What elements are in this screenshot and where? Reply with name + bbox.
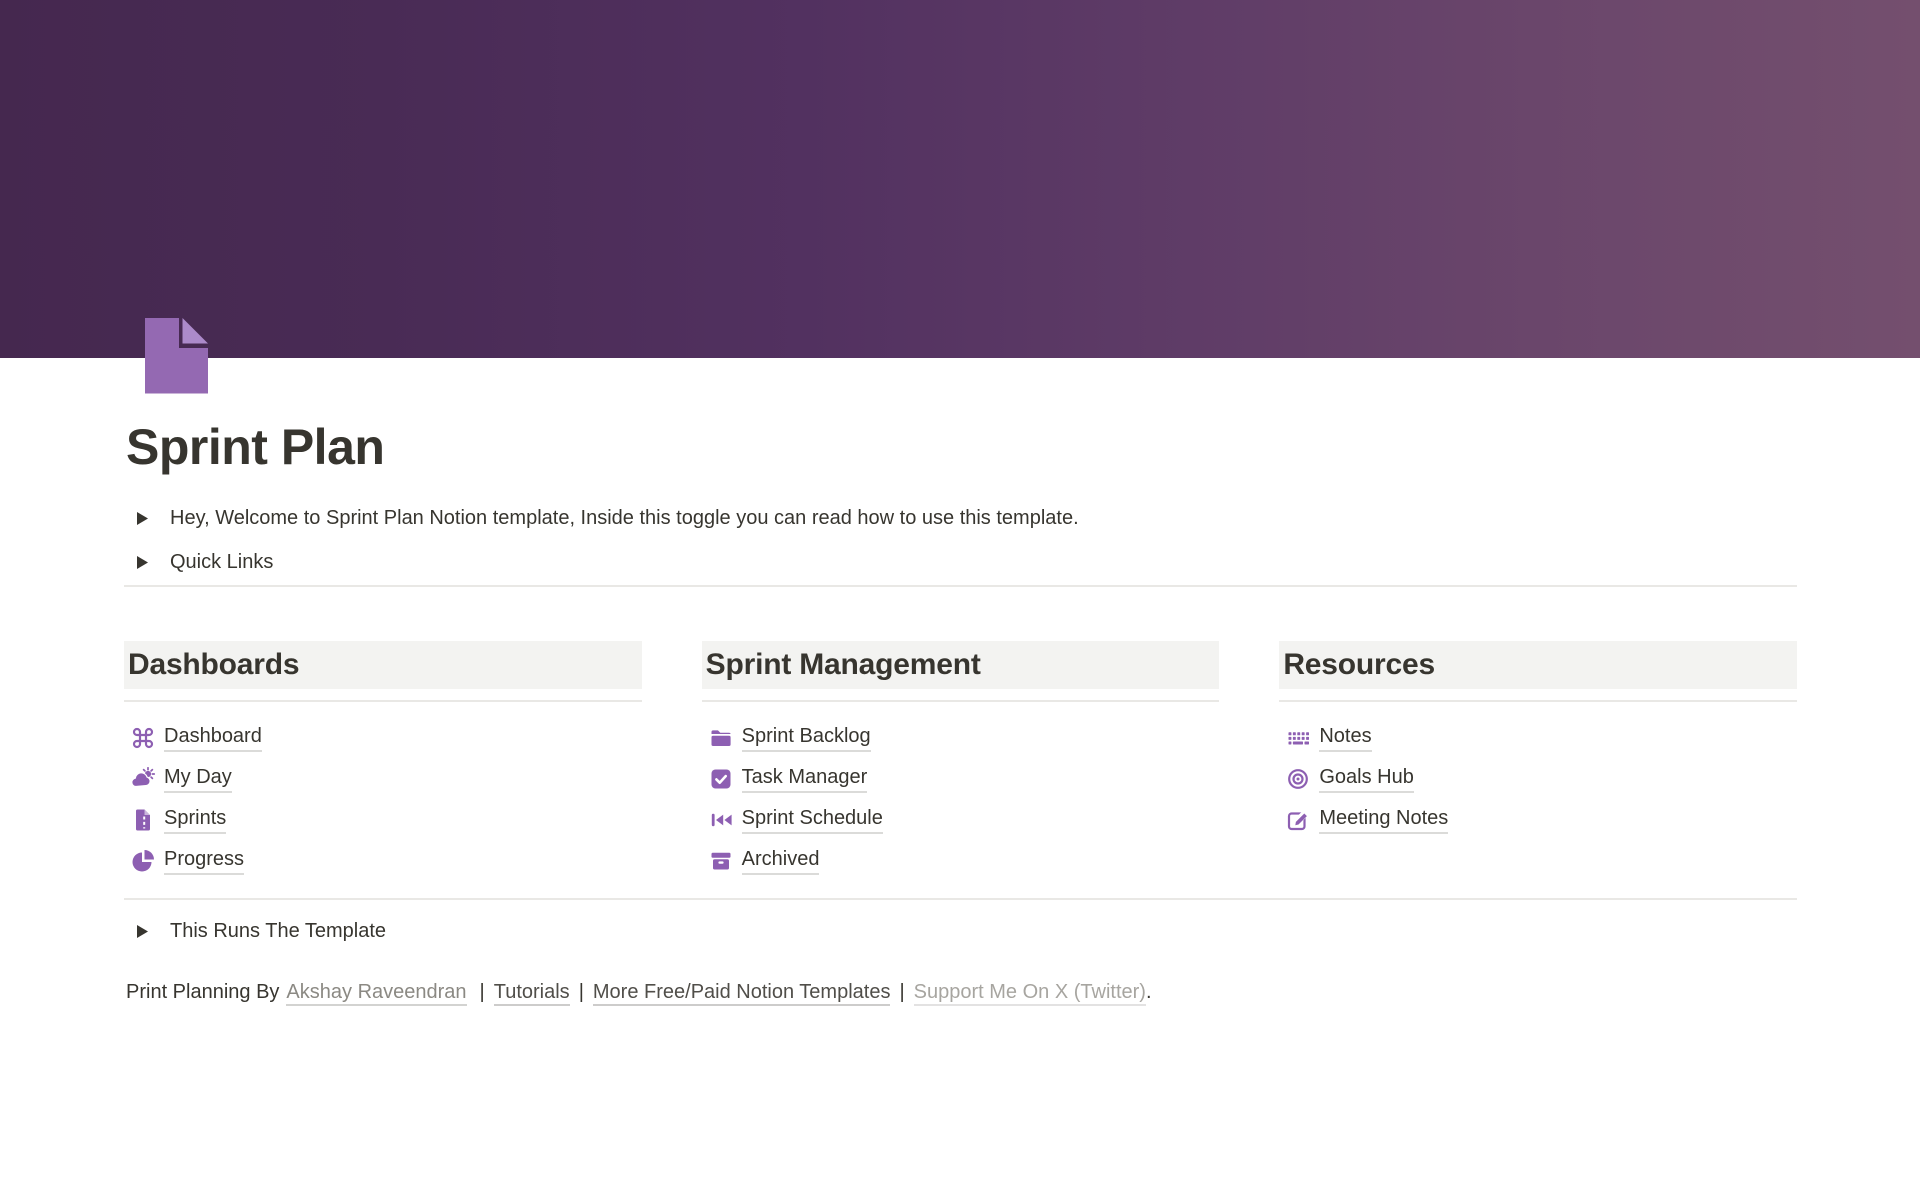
divider	[124, 898, 1797, 900]
toggle-welcome-label: Hey, Welcome to Sprint Plan Notion templ…	[170, 504, 1079, 532]
receipt-page-icon	[131, 808, 155, 832]
column-heading: Dashboards	[124, 641, 642, 689]
target-icon	[1286, 767, 1310, 791]
keyboard-icon	[1286, 726, 1310, 750]
pie-chart-icon	[131, 849, 155, 873]
footer-link-author[interactable]: Akshay Raveendran	[286, 981, 466, 1006]
footer-separator: |	[480, 981, 485, 1003]
link-sprint-backlog[interactable]: Sprint Backlog	[702, 717, 1220, 758]
toggle-welcome[interactable]: Hey, Welcome to Sprint Plan Notion templ…	[137, 497, 1079, 539]
link-notes[interactable]: Notes	[1279, 717, 1797, 758]
toggle-triangle-icon	[137, 556, 148, 569]
link-my-day[interactable]: My Day	[124, 758, 642, 799]
toggle-runs-template[interactable]: This Runs The Template	[137, 910, 386, 952]
footer-prefix: Print Planning By	[126, 981, 279, 1003]
divider	[1279, 700, 1797, 702]
divider	[124, 700, 642, 702]
link-columns: Dashboards Dashboard	[124, 641, 1797, 881]
footer-credits: Print Planning By Akshay Raveendran | Tutor…	[126, 976, 1152, 1008]
link-archived[interactable]: Archived	[702, 840, 1220, 881]
link-meeting-notes[interactable]: Meeting Notes	[1279, 799, 1797, 840]
column-heading: Sprint Management	[702, 641, 1220, 689]
column-title: Resources	[1283, 648, 1435, 682]
checkbox-checked-icon	[709, 767, 733, 791]
footer-link-tutorials[interactable]: Tutorials	[494, 981, 570, 1006]
page-cover-gradient	[0, 0, 1920, 358]
archive-box-icon	[709, 849, 733, 873]
rewind-icon	[709, 808, 733, 832]
sun-cloud-icon	[131, 767, 155, 791]
link-progress[interactable]: Progress	[124, 840, 642, 881]
link-task-manager[interactable]: Task Manager	[702, 758, 1220, 799]
toggle-runs-template-label: This Runs The Template	[170, 917, 386, 945]
footer-link-support-twitter[interactable]: Support Me On X (Twitter)	[914, 981, 1146, 1006]
divider	[124, 585, 1797, 587]
footer-separator: |	[579, 981, 584, 1003]
divider	[702, 700, 1220, 702]
command-icon	[131, 726, 155, 750]
document-page-icon	[145, 318, 209, 394]
toggle-triangle-icon	[137, 512, 148, 525]
column-title: Sprint Management	[706, 648, 981, 682]
column-title: Dashboards	[128, 648, 299, 682]
link-goals-hub[interactable]: Goals Hub	[1279, 758, 1797, 799]
page-title: Sprint Plan	[126, 417, 384, 477]
toggle-triangle-icon	[137, 925, 148, 938]
link-sprints[interactable]: Sprints	[124, 799, 642, 840]
folder-icon	[709, 726, 733, 750]
page-icon[interactable]	[145, 318, 209, 394]
footer-suffix: .	[1146, 981, 1152, 1003]
column-dashboards: Dashboards Dashboard	[124, 641, 642, 881]
link-dashboard[interactable]: Dashboard	[124, 717, 642, 758]
link-sprint-schedule[interactable]: Sprint Schedule	[702, 799, 1220, 840]
compose-icon	[1286, 808, 1310, 832]
column-heading: Resources	[1279, 641, 1797, 689]
column-sprint-management: Sprint Management Sprint Backlog Tas	[702, 641, 1220, 881]
footer-separator: |	[899, 981, 904, 1003]
toggle-quick-links[interactable]: Quick Links	[137, 541, 273, 583]
column-resources: Resources Notes	[1279, 641, 1797, 881]
toggle-quick-links-label: Quick Links	[170, 548, 273, 576]
footer-link-more-templates[interactable]: More Free/Paid Notion Templates	[593, 981, 891, 1006]
